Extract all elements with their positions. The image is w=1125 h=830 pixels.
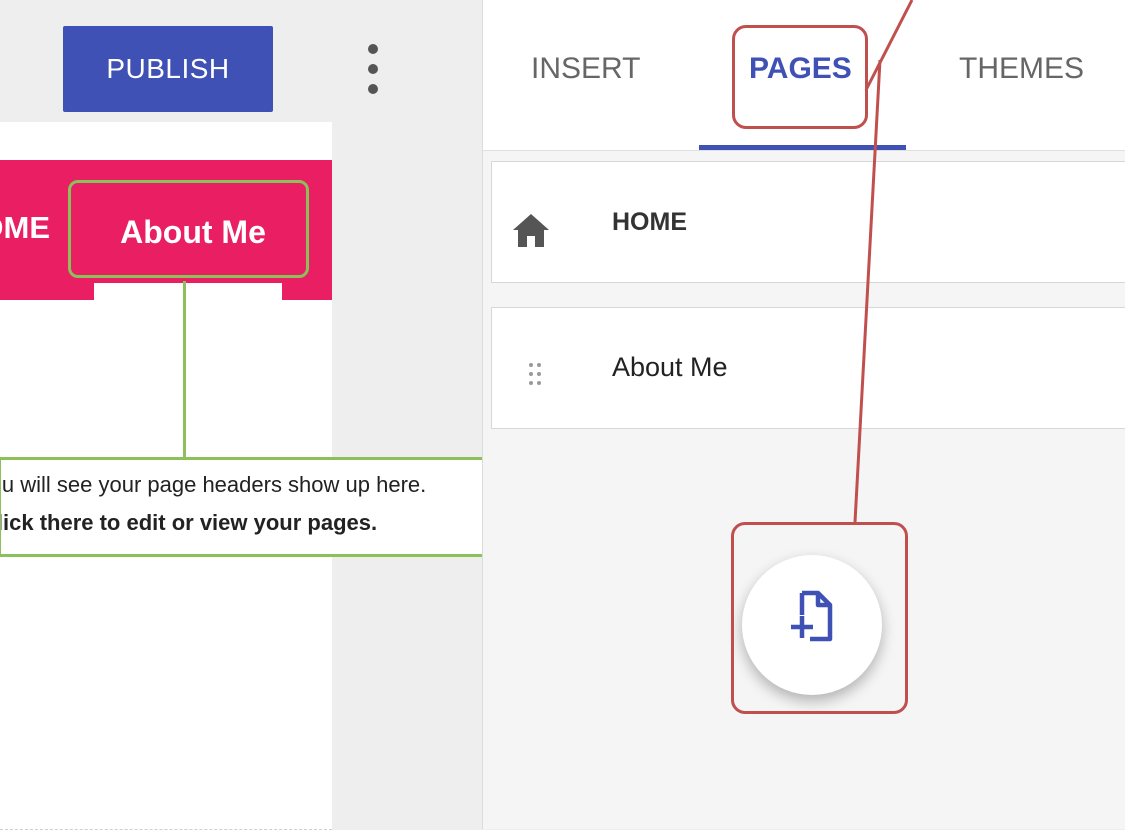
tab-active-indicator [699,145,906,150]
callout-line-2: Click there to edit or view your pages. [0,510,378,535]
home-icon [513,214,549,247]
tab-insert[interactable]: INSERT [531,52,640,86]
tab-themes[interactable]: THEMES [959,52,1084,86]
page-item-label: HOME [612,208,687,236]
callout-line-1: You will see your page headers show up h… [0,472,427,497]
annotation-connector-green [183,281,186,457]
drag-handle-icon[interactable] [528,362,542,386]
page-item-about-me[interactable]: About Me [491,307,1125,429]
nav-item-home[interactable]: HOME [0,210,50,254]
annotation-callout: You will see your page headers show up h… [0,457,546,557]
nav-item-home-label: HOME [0,210,50,245]
more-vert-icon[interactable] [362,44,384,94]
page-item-home[interactable]: HOME [491,161,1125,283]
annotation-highlight-add-page [731,522,908,714]
page-item-label: About Me [612,352,728,382]
publish-button[interactable]: PUBLISH [63,26,273,112]
annotation-highlight-about [68,180,309,278]
nav-bar-gap [94,283,282,300]
annotation-highlight-pages-tab [732,25,868,129]
